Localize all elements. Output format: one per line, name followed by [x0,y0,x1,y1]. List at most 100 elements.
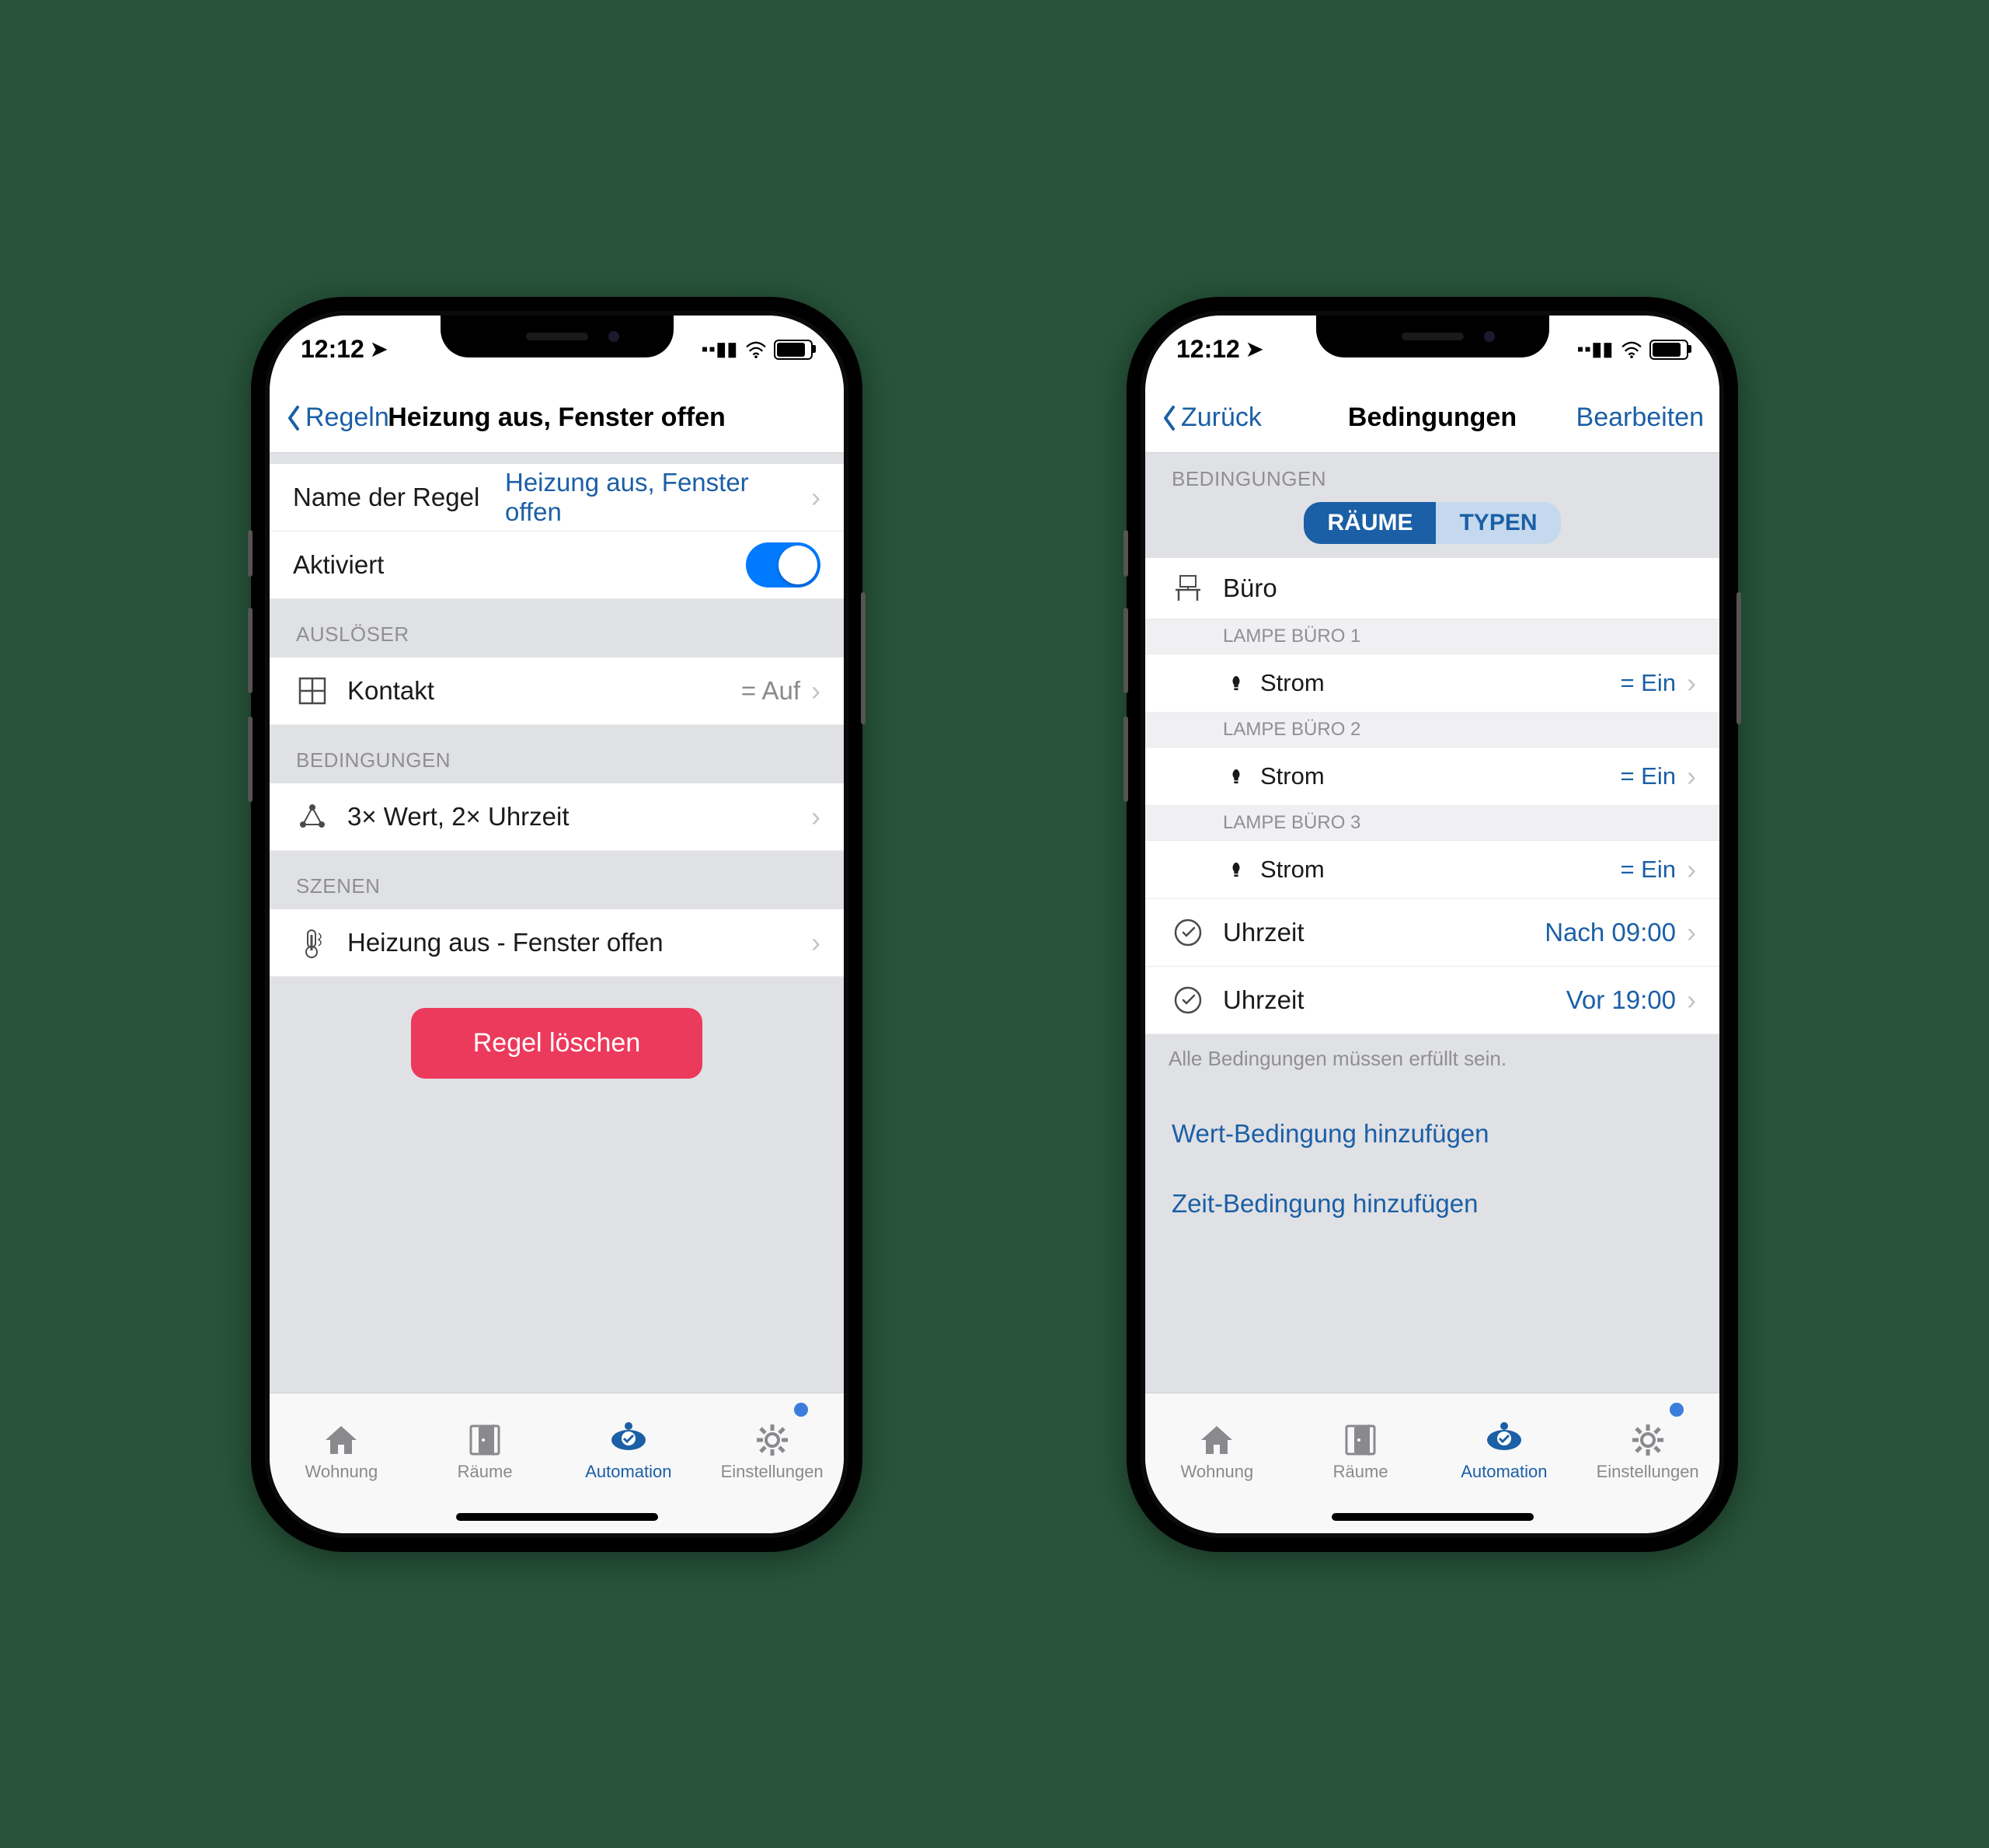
conditions-label: 3× Wert, 2× Uhrzeit [347,802,570,832]
status-time: 12:12 [301,335,364,364]
notch [1316,316,1549,357]
phone-right: 12:12 ➤ ▪▪▮▮ Zurück Bedingungen Bearbeit… [1127,297,1738,1552]
bulb-icon [1223,766,1249,786]
conditions-footnote: Alle Bedingungen müssen erfüllt sein. [1145,1034,1719,1083]
tab-automation[interactable]: Automation [1433,1393,1576,1510]
time-value: Nach 09:00 [1545,918,1682,947]
tab-settings[interactable]: Einstellungen [700,1393,844,1510]
nav-bar: Regeln Heizung aus, Fenster offen [270,384,844,453]
device-label: Strom [1260,669,1325,697]
device-group-header: LAMPE BÜRO 3 [1145,806,1719,841]
trigger-label: Kontakt [347,676,434,706]
chevron-right-icon: › [806,675,820,707]
time-row[interactable]: Uhrzeit Vor 19:00 › [1145,967,1719,1034]
device-value: = Ein [1620,762,1682,790]
chevron-right-icon: › [806,481,820,514]
time-value: Vor 19:00 [1566,985,1682,1015]
device-label: Strom [1260,762,1325,790]
segment-types[interactable]: TYPEN [1436,502,1560,544]
chevron-right-icon: › [1682,853,1696,886]
edit-button[interactable]: Bearbeiten [1576,403,1704,433]
delete-rule-button[interactable]: Regel löschen [411,1008,702,1079]
chevron-left-icon [285,404,302,432]
device-group-header: LAMPE BÜRO 1 [1145,619,1719,654]
time-label: Uhrzeit [1223,985,1305,1015]
chevron-right-icon: › [1682,667,1696,699]
back-label: Zurück [1181,403,1262,433]
thermometer-icon [293,927,332,958]
room-row[interactable]: Büro [1145,558,1719,619]
conditions-row[interactable]: 3× Wert, 2× Uhrzeit › [270,783,844,851]
bulb-icon [1223,859,1249,880]
clock-icon [1169,985,1207,1016]
device-label: Strom [1260,856,1325,884]
nav-bar: Zurück Bedingungen Bearbeiten [1145,384,1719,453]
nodes-icon [293,801,332,832]
segmented-control: RÄUME TYPEN [1145,502,1719,558]
chevron-right-icon: › [1682,984,1696,1016]
device-value: = Ein [1620,669,1682,697]
tab-bar: Wohnung Räume Automation Einstellungen [1145,1393,1719,1533]
back-label: Regeln [305,403,389,433]
wifi-icon [1620,341,1643,358]
tab-rooms[interactable]: Räume [413,1393,557,1510]
rule-name-label: Name der Regel [293,483,479,512]
device-row[interactable]: Strom = Ein › [1145,748,1719,806]
settings-badge [794,1403,808,1417]
segment-rooms[interactable]: RÄUME [1304,502,1436,544]
bulb-icon [1223,673,1249,693]
section-header-trigger: AUSLÖSER [270,599,844,657]
tab-rooms[interactable]: Räume [1289,1393,1433,1510]
room-label: Büro [1223,574,1277,603]
back-button[interactable]: Regeln [285,403,389,433]
section-header-scenes: SZENEN [270,851,844,909]
chevron-right-icon: › [806,926,820,959]
status-time: 12:12 [1176,335,1240,364]
wifi-icon [744,341,768,358]
chevron-left-icon [1161,404,1178,432]
battery-icon [774,340,813,360]
device-row[interactable]: Strom = Ein › [1145,654,1719,713]
section-header-conditions: BEDINGUNGEN [270,725,844,783]
cellular-icon: ▪▪▮▮ [1577,338,1614,361]
settings-badge [1670,1403,1684,1417]
desk-icon [1169,573,1207,604]
chevron-right-icon: › [1682,760,1696,793]
device-row[interactable]: Strom = Ein › [1145,841,1719,899]
tab-home[interactable]: Wohnung [1145,1393,1289,1510]
window-icon [293,675,332,706]
time-label: Uhrzeit [1223,918,1305,947]
back-button[interactable]: Zurück [1161,403,1262,433]
scene-row[interactable]: Heizung aus - Fenster offen › [270,909,844,977]
phone-left: 12:12 ➤ ▪▪▮▮ Regeln Heizung aus, Fenster… [251,297,862,1552]
chevron-right-icon: › [1682,916,1696,949]
device-value: = Ein [1620,856,1682,884]
time-row[interactable]: Uhrzeit Nach 09:00 › [1145,899,1719,967]
activated-toggle[interactable] [746,542,820,588]
location-icon: ➤ [371,337,388,361]
add-value-condition[interactable]: Wert-Bedingung hinzufügen [1145,1099,1719,1169]
location-icon: ➤ [1246,337,1263,361]
tab-bar: Wohnung Räume Automation Einstellungen [270,1393,844,1533]
scene-label: Heizung aus - Fenster offen [347,928,664,957]
section-header-conditions: BEDINGUNGEN [1145,453,1719,502]
trigger-row[interactable]: Kontakt = Auf › [270,657,844,725]
activated-row: Aktiviert [270,532,844,599]
activated-label: Aktiviert [293,550,384,580]
cellular-icon: ▪▪▮▮ [702,338,738,361]
rule-name-value: Heizung aus, Fenster offen [505,468,806,527]
content: Name der Regel Heizung aus, Fenster offe… [270,453,844,1393]
content: BEDINGUNGEN RÄUME TYPEN Büro LAMPE BÜRO … [1145,453,1719,1393]
tab-automation[interactable]: Automation [557,1393,701,1510]
notch [441,316,674,357]
battery-icon [1649,340,1688,360]
add-time-condition[interactable]: Zeit-Bedingung hinzufügen [1145,1169,1719,1239]
clock-icon [1169,917,1207,948]
home-indicator[interactable] [1332,1513,1534,1521]
rule-name-row[interactable]: Name der Regel Heizung aus, Fenster offe… [270,464,844,532]
home-indicator[interactable] [456,1513,658,1521]
tab-settings[interactable]: Einstellungen [1576,1393,1719,1510]
device-group-header: LAMPE BÜRO 2 [1145,713,1719,748]
tab-home[interactable]: Wohnung [270,1393,413,1510]
trigger-value: = Auf [741,676,806,706]
